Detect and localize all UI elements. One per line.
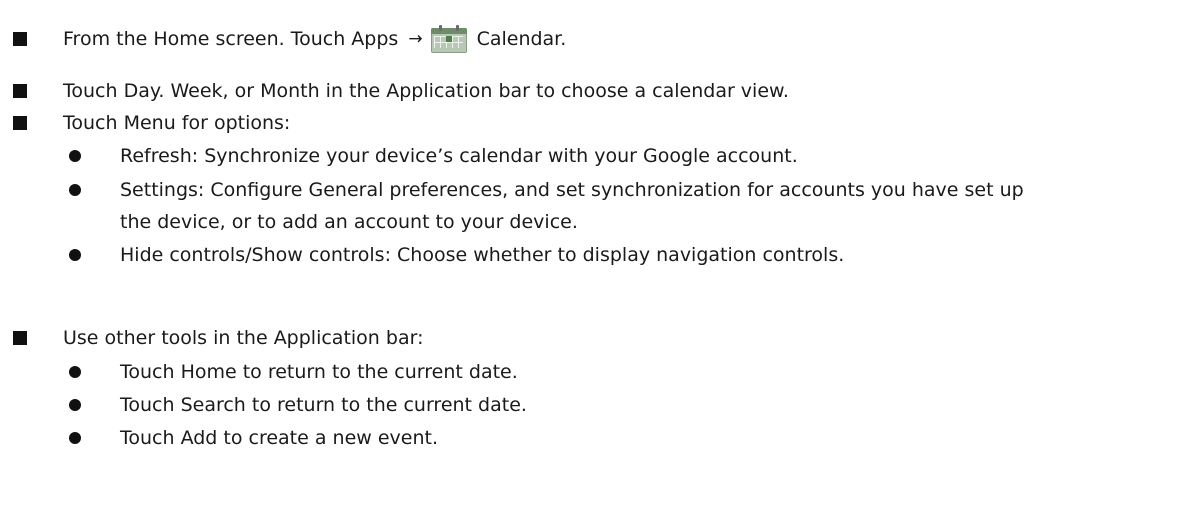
right-arrow-icon: → — [408, 29, 423, 49]
step-text: From the Home screen. Touch Apps → Calenda… — [63, 23, 566, 55]
round-bullet-icon — [69, 150, 81, 162]
list-item-option-continuation: the device, or to add an account to your… — [0, 206, 1198, 238]
list-item-step-2: Touch Day. Week, or Month in the Applica… — [0, 75, 1198, 107]
option-hide-controls-text: Hide controls/Show controls: Choose whet… — [120, 244, 845, 266]
list-item-option: Hide controls/Show controls: Choose whet… — [0, 239, 1198, 271]
list-item-step-3: Touch Menu for options: — [0, 107, 1198, 139]
square-bullet-icon — [13, 84, 27, 98]
list-item-step-4: Use other tools in the Application bar: — [0, 322, 1198, 354]
step-3-text: Touch Menu for options: — [63, 112, 291, 134]
list-item-option: Touch Search to return to the current da… — [0, 389, 1198, 421]
round-bullet-icon — [69, 399, 81, 411]
round-bullet-icon — [69, 249, 81, 261]
calendar-app-icon — [429, 24, 469, 54]
option-add-text: Touch Add to create a new event. — [120, 427, 439, 449]
step-2-text: Touch Day. Week, or Month in the Applica… — [63, 80, 789, 102]
list-item-option: Touch Home to return to the current date… — [0, 356, 1198, 388]
option-settings-text: Settings: Configure General preferences,… — [120, 179, 1024, 201]
option-refresh-text: Refresh: Synchronize your device’s calen… — [120, 145, 798, 167]
list-item-step-1: From the Home screen. Touch Apps → Calenda… — [0, 23, 1198, 55]
round-bullet-icon — [69, 184, 81, 196]
round-bullet-icon — [69, 432, 81, 444]
step-1-text: From the Home screen. Touch Apps — [63, 28, 399, 50]
list-item-option: Touch Add to create a new event. — [0, 422, 1198, 454]
step-4-text: Use other tools in the Application bar: — [63, 327, 424, 349]
list-item-option: Refresh: Synchronize your device’s calen… — [0, 140, 1198, 172]
round-bullet-icon — [69, 366, 81, 378]
square-bullet-icon — [13, 32, 27, 46]
option-search-text: Touch Search to return to the current da… — [120, 394, 527, 416]
step-1-calendar-label: Calendar. — [476, 28, 567, 50]
option-settings-text-continued: the device, or to add an account to your… — [120, 211, 578, 233]
square-bullet-icon — [13, 331, 27, 345]
square-bullet-icon — [13, 116, 27, 130]
option-home-text: Touch Home to return to the current date… — [120, 361, 518, 383]
list-item-option: Settings: Configure General preferences,… — [0, 174, 1198, 206]
